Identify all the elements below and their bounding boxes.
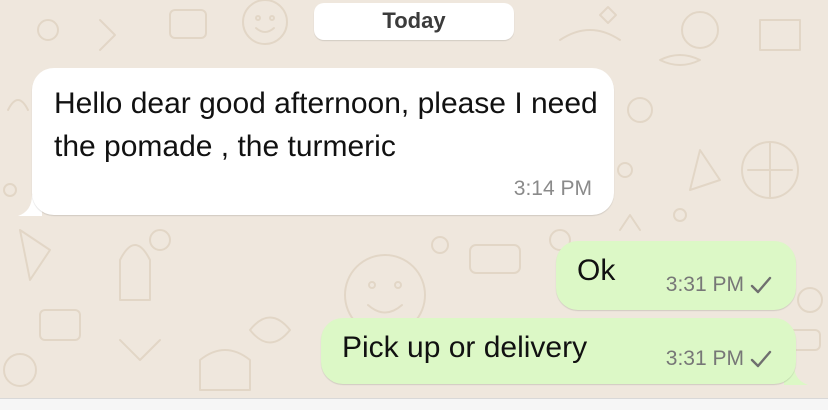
message-time: 3:31 PM (665, 347, 744, 370)
message-bubble-outgoing[interactable]: Pick up or delivery 3:31 PM (321, 318, 796, 384)
message-bubble-outgoing[interactable]: Ok 3:31 PM (556, 241, 796, 310)
message-time: 3:14 PM (513, 177, 592, 200)
date-separator: Today (314, 3, 514, 40)
composer-bar (0, 398, 828, 410)
message-time: 3:31 PM (665, 273, 744, 296)
check-icon (750, 350, 772, 368)
message-text: Hello dear good afternoon, please I need… (54, 87, 598, 163)
message-meta: 3:31 PM (666, 273, 772, 297)
message-text: Pick up or delivery (342, 331, 588, 364)
message-text: Ok (577, 254, 616, 287)
check-icon (750, 276, 772, 294)
message-meta: 3:31 PM (666, 347, 772, 371)
message-bubble-incoming[interactable]: Hello dear good afternoon, please I need… (32, 68, 614, 215)
